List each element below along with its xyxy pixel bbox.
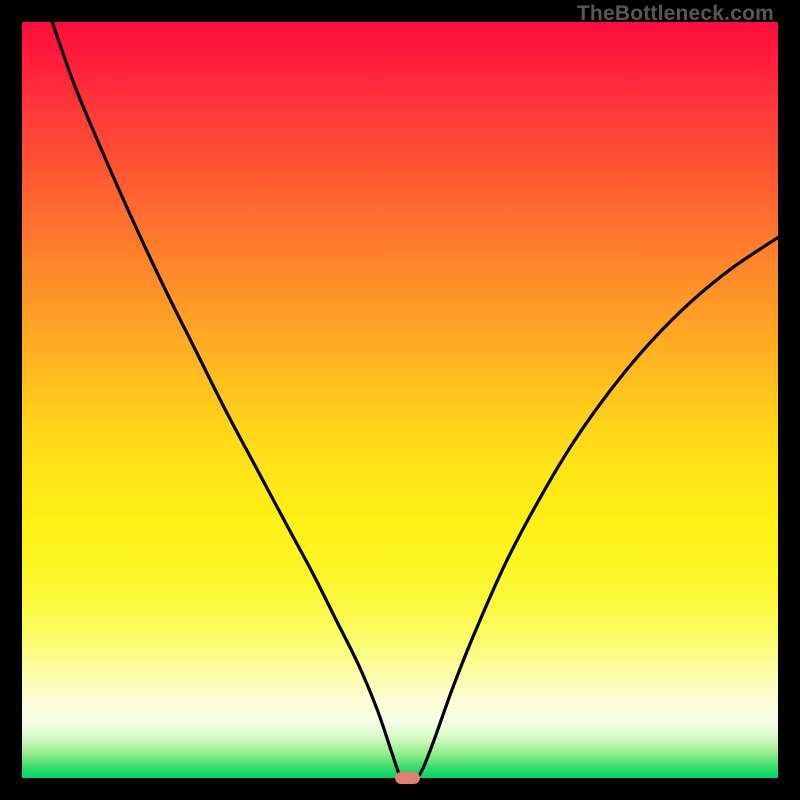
watermark-text: TheBottleneck.com (577, 2, 774, 26)
optimal-marker (395, 772, 421, 785)
bottleneck-curve (22, 22, 778, 778)
plot-area (22, 22, 778, 778)
chart-frame: TheBottleneck.com (0, 0, 800, 800)
